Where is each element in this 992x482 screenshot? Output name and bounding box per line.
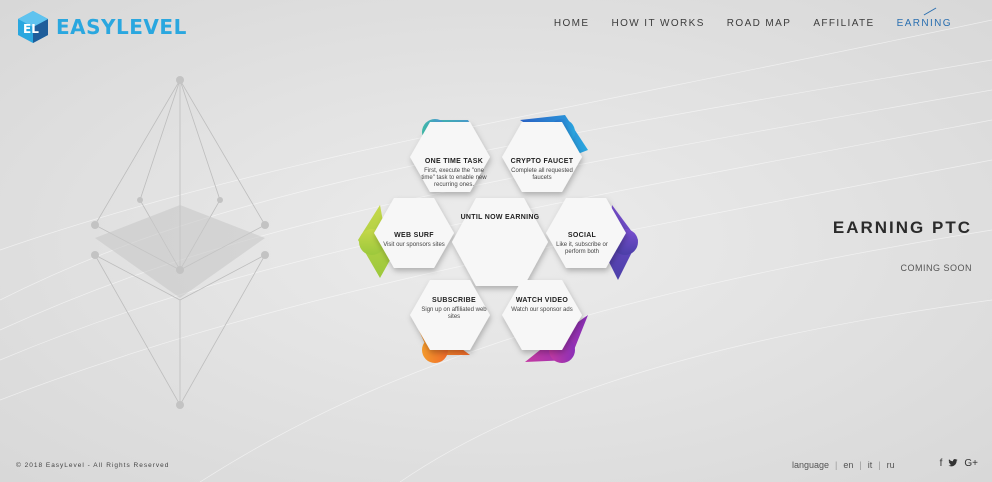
- logo-text: EASYLEVEL: [56, 15, 187, 39]
- card-center: UNTIL NOW EARNING: [458, 214, 542, 224]
- page-title: EARNING PTC: [832, 218, 972, 237]
- divider: |: [859, 460, 862, 470]
- language-switcher: language | en | it | ru: [792, 460, 895, 470]
- card-title: ONE TIME TASK: [424, 158, 484, 165]
- header: EL EASYLEVEL HOME HOW IT WORKS ROAD MAP …: [0, 0, 992, 60]
- svg-text:EL: EL: [23, 22, 39, 36]
- nav-how-it-works[interactable]: HOW IT WORKS: [611, 18, 704, 29]
- card-web-surf: WEB SURF Visit our sponsors sites: [380, 232, 448, 249]
- card-subscribe: SUBSCRIBE Sign up on affiliated web site…: [420, 297, 488, 321]
- twitter-icon[interactable]: [948, 458, 958, 471]
- card-title: WEB SURF: [394, 232, 434, 239]
- facebook-icon[interactable]: f: [940, 458, 943, 471]
- logo[interactable]: EL EASYLEVEL: [16, 10, 187, 44]
- language-it[interactable]: it: [868, 460, 873, 470]
- center-title: UNTIL NOW EARNING: [460, 214, 540, 221]
- coming-soon-label: COMING SOON: [900, 263, 972, 273]
- card-social: SOCIAL Like it, subscribe or perform bot…: [548, 232, 616, 256]
- card-title: SUBSCRIBE: [432, 297, 476, 304]
- card-desc: Visit our sponsors sites: [383, 242, 445, 248]
- nav-home[interactable]: HOME: [554, 18, 590, 29]
- card-one-time-task: ONE TIME TASK First, execute the "one ti…: [420, 158, 488, 189]
- nav-earning[interactable]: EARNING: [897, 18, 952, 29]
- language-ru[interactable]: ru: [887, 460, 895, 470]
- copyright: © 2018 EasyLevel - All Rights Reserved: [16, 462, 170, 469]
- card-crypto-faucet: CRYPTO FAUCET Complete all requested fau…: [508, 158, 576, 182]
- language-label: language: [792, 460, 830, 470]
- card-watch-video: WATCH VIDEO Watch our sponsor ads: [508, 297, 576, 314]
- nav-road-map[interactable]: ROAD MAP: [727, 18, 792, 29]
- language-en[interactable]: en: [843, 460, 853, 470]
- card-desc: Watch our sponsor ads: [511, 307, 573, 313]
- google-plus-icon[interactable]: G+: [964, 458, 978, 471]
- card-title: SOCIAL: [567, 232, 597, 239]
- card-desc: Sign up on affiliated web sites: [421, 307, 487, 320]
- earning-hex-cluster: ONE TIME TASK First, execute the "one ti…: [350, 110, 650, 375]
- main-nav: HOME HOW IT WORKS ROAD MAP AFFILIATE EAR…: [554, 18, 952, 29]
- card-desc: First, execute the "one time" task to en…: [421, 168, 487, 188]
- divider: |: [878, 460, 881, 470]
- nav-affiliate[interactable]: AFFILIATE: [813, 18, 874, 29]
- logo-icon: EL: [18, 11, 48, 43]
- social-links: f G+: [940, 458, 978, 471]
- card-desc: Like it, subscribe or perform both: [556, 242, 608, 255]
- card-title: WATCH VIDEO: [515, 297, 569, 304]
- card-title: CRYPTO FAUCET: [510, 158, 574, 165]
- divider: |: [835, 460, 838, 470]
- card-desc: Complete all requested faucets: [511, 168, 573, 181]
- hex-center[interactable]: [452, 198, 548, 286]
